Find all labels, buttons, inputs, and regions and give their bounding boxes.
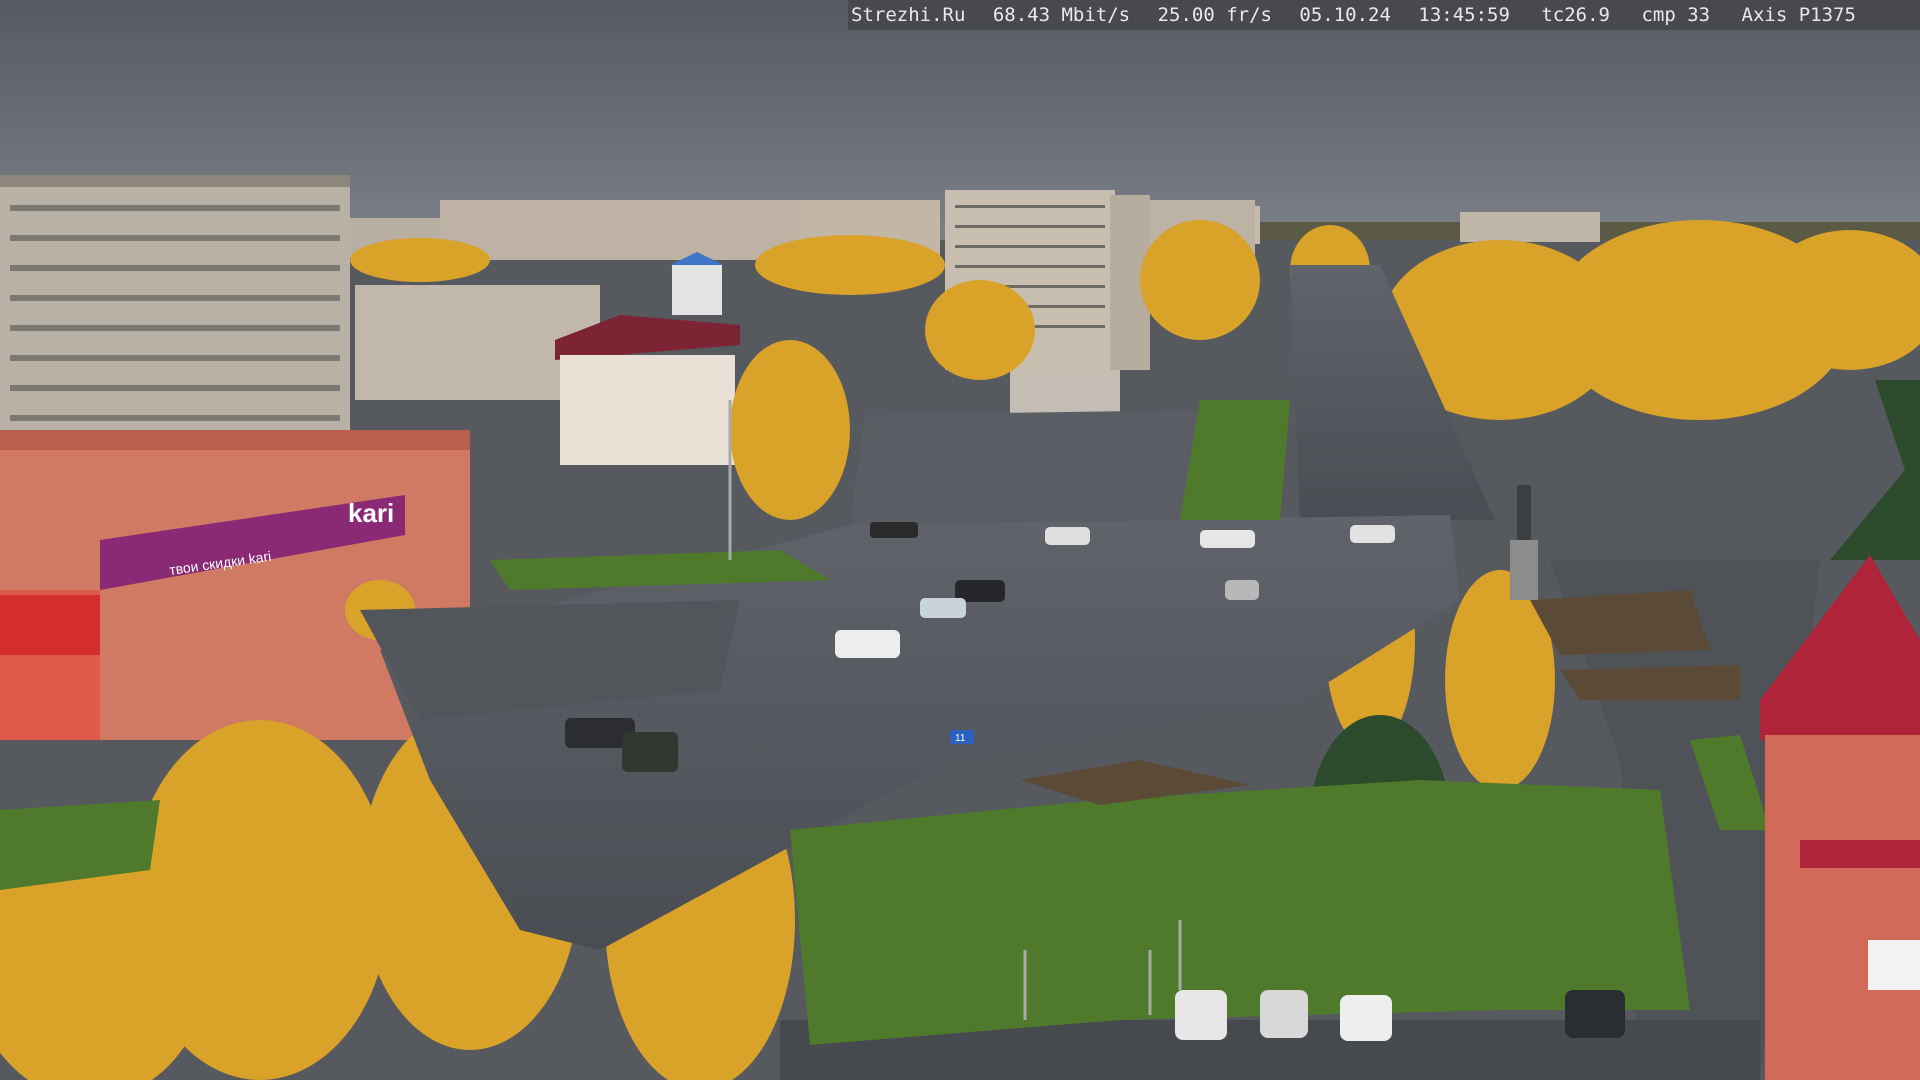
camera-osd-overlay: Strezhi.Ru 68.43 Mbit/s 25.00 fr/s 05.10… xyxy=(848,0,1920,30)
osd-camera-model: Axis P1375 xyxy=(1741,4,1856,26)
osd-framerate: 25.00 fr/s xyxy=(1157,4,1272,26)
osd-time: 13:45:59 xyxy=(1418,4,1510,26)
red-roof-building xyxy=(555,315,740,465)
blue-roof-tower xyxy=(670,252,724,315)
osd-date: 05.10.24 xyxy=(1299,4,1391,26)
osd-tc: tc26.9 xyxy=(1541,4,1610,26)
osd-site: Strezhi.Ru xyxy=(851,4,966,26)
street-sign-label: 11 xyxy=(955,733,966,744)
osd-cmp: cmp 33 xyxy=(1641,4,1711,26)
store-logo: kari xyxy=(348,498,394,528)
osd-bitrate: 68.43 Mbit/s xyxy=(992,4,1131,26)
city-square-webcam-view: kari твои скидки kari 11 xyxy=(0,0,1920,1080)
